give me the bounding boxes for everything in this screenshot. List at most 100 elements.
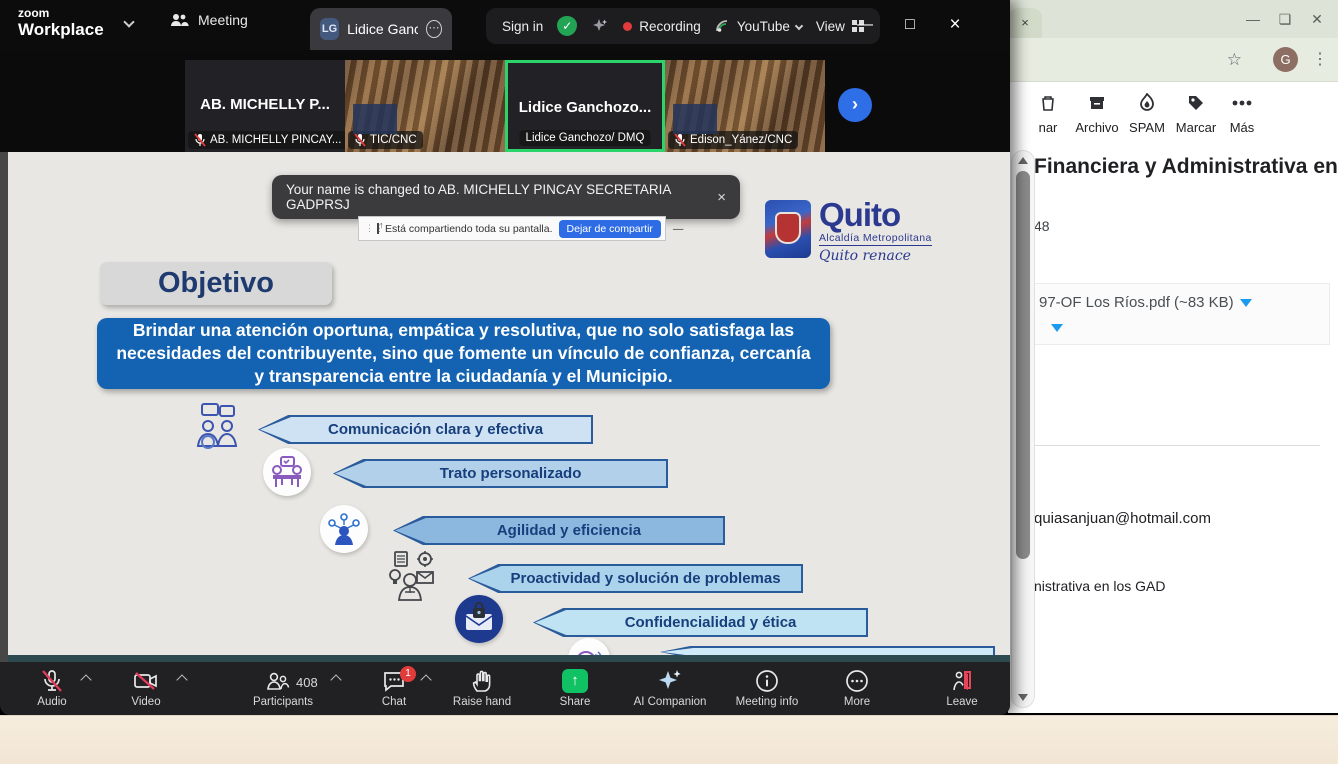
participant-name-badge: Edison_Yánez/CNC [668,131,798,149]
browser-close-button[interactable]: ✕ [1302,0,1332,38]
mic-muted-icon [674,133,686,147]
share-screen-icon [377,223,379,234]
people-icon [170,12,190,28]
scrollbar[interactable] [1011,150,1035,708]
slide-paragraph: Brindar una atención oportuna, empática … [97,318,830,389]
flame-icon [1124,90,1170,116]
attachment-dropdown-icon[interactable] [1240,299,1252,307]
meeting-info-button[interactable]: Meeting info [726,668,808,708]
chat-options-caret[interactable] [420,674,431,685]
zoom-titlebar: zoom Workplace Meeting LG Lidice Ganch ⋯… [0,0,1010,50]
tab-meeting[interactable]: Meeting [170,12,248,28]
archive-icon [1070,90,1124,116]
drag-handle-icon: ⋮⋮ [365,225,371,232]
browser-profile-avatar[interactable]: G [1273,47,1298,72]
participants-count: 408 [296,675,318,690]
browser-tab-close-stub[interactable]: × [1008,8,1042,38]
video-options-caret[interactable] [176,674,187,685]
video-tile-lidice-active-speaker[interactable]: Lidice Ganchozo... Lidice Ganchozo/ DMQ [505,60,665,152]
banner-confidencialidad: Confidencialidad y ética [533,608,868,637]
banner-trato: Trato personalizado [333,459,668,488]
browser-restore-button[interactable]: ❏ [1270,0,1300,38]
zoom-maximize-button[interactable]: □ [890,0,930,50]
slide-title: Objetivo [100,262,332,305]
screen: { "zoom_app": { "titlebar": { "brand_top… [0,0,1338,764]
windows-taskbar: P X P W FEC G zm ESP LAA [0,715,1338,764]
next-participants-button[interactable]: › [838,88,872,122]
participants-options-caret[interactable] [330,674,341,685]
toast-close-icon[interactable]: × [717,189,726,206]
quito-logo: Quito Alcaldía Metropolitana Quito renac… [765,200,955,264]
agility-icon [320,505,368,553]
email-subject: Financiera y Administrativa en [1034,155,1334,179]
more-ellipsis-icon [832,668,882,694]
share-bar-minimize: — [673,223,684,235]
scroll-down-icon[interactable] [1018,694,1028,701]
confidentiality-icon [455,595,503,643]
youtube-stream-control[interactable]: YouTube [715,19,802,34]
audio-button[interactable]: Audio [24,668,80,708]
tag-icon [1170,90,1222,116]
video-button[interactable]: Video [118,668,174,708]
browser-window: × — ❏ ✕ ☆ G ⋮ nar Archivo SPAM Marcar Má… [1008,0,1338,713]
scrollbar-thumb[interactable] [1016,171,1030,559]
attachment-dropdown-icon[interactable] [1051,324,1063,332]
chevron-down-icon [795,22,803,30]
leave-button[interactable]: Leave [936,668,988,708]
banner-proactividad: Proactividad y solución de problemas [468,564,803,593]
video-tile-michelly[interactable]: AB. MICHELLY P... AB. MICHELLY PINCAY... [185,60,345,152]
chevron-down-icon[interactable] [123,16,134,27]
email-body-fragment: nistrativa en los GAD [1034,578,1166,594]
recording-indicator[interactable]: Recording [623,19,701,34]
participant-name-badge: TIC/CNC [348,131,423,149]
banner-comunicacion: Comunicación clara y efectiva [258,415,593,444]
video-thumbnail-strip: AB. MICHELLY P... AB. MICHELLY PINCAY...… [0,50,1010,152]
tab-close-icon[interactable]: × [1021,15,1029,30]
share-button[interactable]: ↑ Share [548,668,602,708]
email-snippet: 48 [1034,218,1050,234]
screen-share-control-bar: ⋮⋮ Está compartiendo toda su pantalla. D… [358,216,666,241]
mail-more-button[interactable]: Más [1222,90,1262,135]
participant-name-badge: Lidice Ganchozo/ DMQ [520,130,651,146]
zoom-minimize-button[interactable]: — [845,0,885,50]
mail-spam-button[interactable]: SPAM [1124,90,1170,135]
recording-dot-icon [623,22,632,31]
titlebar-status-pill: Sign in ✓ Recording YouTube View [486,8,880,44]
browser-menu-icon[interactable]: ⋮ [1312,48,1328,72]
name-change-toast: Your name is changed to AB. MICHELLY PIN… [272,175,740,219]
audio-options-caret[interactable] [80,674,91,685]
zoom-window: zoom Workplace Meeting LG Lidice Ganch ⋯… [0,0,1010,715]
banner-agilidad: Agilidad y eficiencia [393,516,725,545]
communication-icon [194,402,242,457]
bookmark-star-icon[interactable]: ☆ [1227,50,1242,70]
ai-companion-button[interactable]: AI Companion [622,668,718,708]
mail-archive-button[interactable]: Archivo [1070,90,1124,135]
divider [1034,445,1320,446]
raise-hand-button[interactable]: Raise hand [444,668,520,708]
tab-more-icon[interactable]: ⋯ [426,20,442,38]
personalized-service-icon [263,448,311,496]
share-screen-icon: ↑ [548,668,602,694]
video-tile-edison[interactable]: Edison_Yánez/CNC [665,60,825,152]
more-button[interactable]: More [832,668,882,708]
mail-delete-button[interactable]: nar [1026,90,1070,135]
security-shield-icon[interactable]: ✓ [557,16,577,36]
sparkle-icon[interactable] [591,17,609,35]
browser-minimize-button[interactable]: — [1238,0,1268,38]
proactivity-icon [385,550,441,607]
mail-label-button[interactable]: Marcar [1170,90,1222,135]
scroll-up-icon[interactable] [1018,157,1028,164]
raised-hand-icon [444,668,520,694]
info-icon [726,668,808,694]
chat-badge: 1 [400,666,416,682]
attachment-card[interactable]: 97-OF Los Ríos.pdf (~83 KB) [1034,283,1330,345]
zoom-close-button[interactable]: × [935,0,975,50]
ai-sparkle-icon [622,668,718,694]
attachment-name[interactable]: 97-OF Los Ríos.pdf (~83 KB) [1039,294,1252,311]
leave-icon [936,668,988,694]
stop-share-button: Dejar de compartir [559,220,661,238]
slide-bottom-band [8,655,1010,662]
video-tile-tic-cnc[interactable]: TIC/CNC [345,60,505,152]
sign-in-link[interactable]: Sign in [502,19,543,34]
tab-user-lidice-ganch[interactable]: LG Lidice Ganch ⋯ [310,8,452,50]
